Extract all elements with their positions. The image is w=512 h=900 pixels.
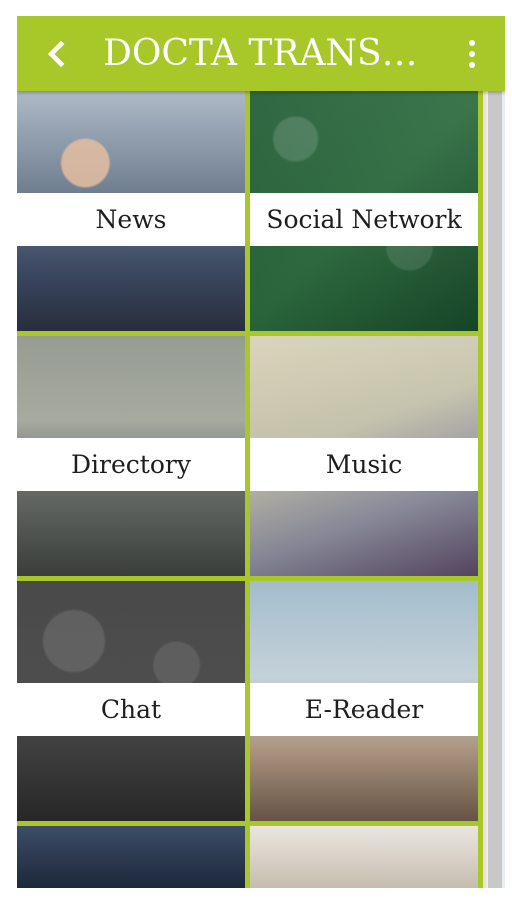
tile-label: Social Network	[250, 193, 478, 246]
page-title: DOCTA TRANS…	[103, 34, 418, 74]
tile-label: Directory	[17, 438, 245, 491]
kebab-dot	[469, 40, 475, 46]
chevron-left-icon	[47, 40, 65, 68]
tile-partial-left[interactable]	[17, 826, 245, 888]
tile-news[interactable]: News	[17, 91, 245, 331]
overflow-menu-button[interactable]	[457, 32, 487, 76]
scrollbar[interactable]	[488, 91, 502, 888]
tile-label: Chat	[17, 683, 245, 736]
tile-e-reader[interactable]: E-Reader	[250, 581, 478, 821]
tile-chat[interactable]: Chat	[17, 581, 245, 821]
kebab-dot	[469, 62, 475, 68]
feature-grid: News Social Network Directory Music Chat	[17, 91, 485, 888]
tile-label: E-Reader	[250, 683, 478, 736]
tile-music[interactable]: Music	[250, 336, 478, 576]
tile-overlay	[250, 826, 478, 888]
tile-social-network[interactable]: Social Network	[250, 91, 478, 331]
back-button[interactable]	[35, 32, 79, 76]
kebab-dot	[469, 51, 475, 57]
tile-label: News	[17, 193, 245, 246]
grid-edge	[483, 91, 486, 888]
tile-partial-right[interactable]	[250, 826, 478, 888]
tile-label: Music	[250, 438, 478, 491]
tile-overlay	[17, 826, 245, 888]
app-bar: DOCTA TRANS…	[17, 16, 505, 91]
app-screen: DOCTA TRANS… News Social Network Directo…	[17, 16, 505, 888]
tile-directory[interactable]: Directory	[17, 336, 245, 576]
